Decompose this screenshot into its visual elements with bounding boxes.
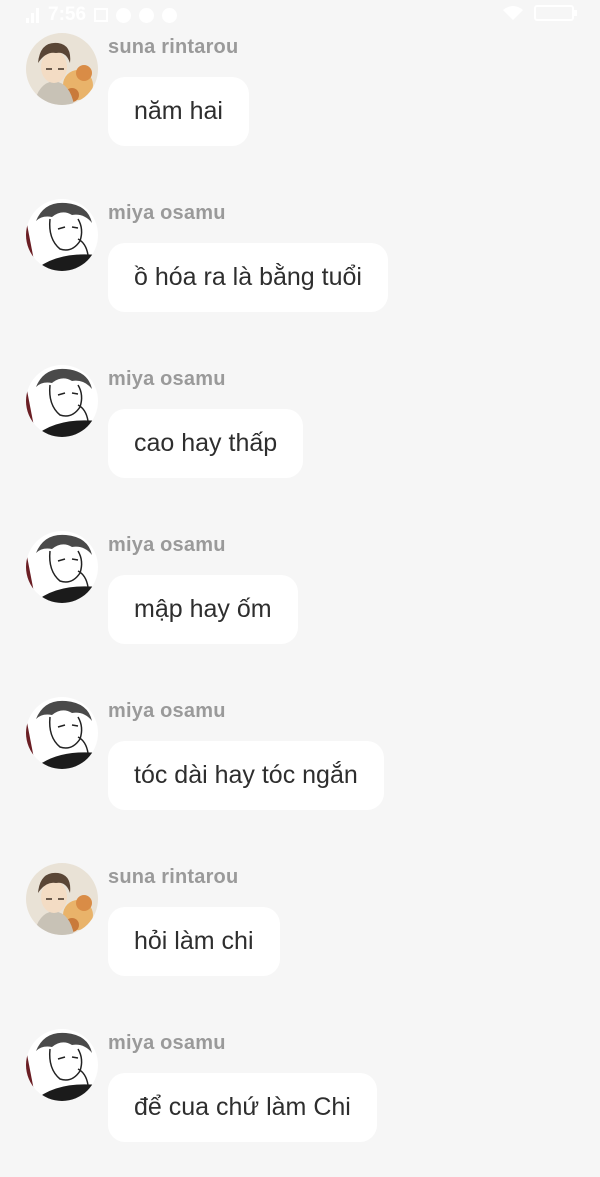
- message-bubble[interactable]: ồ hóa ra là bằng tuổi: [108, 243, 388, 312]
- avatar[interactable]: [26, 531, 98, 603]
- notification-icon: [94, 8, 109, 22]
- status-left: 7:56: [26, 4, 178, 26]
- message-item: miya osamu tóc dài hay tóc ngắn: [0, 697, 600, 827]
- avatar[interactable]: [26, 863, 98, 935]
- message-bubble[interactable]: mập hay ốm: [108, 575, 298, 644]
- sender-name: miya osamu: [108, 1032, 226, 1054]
- avatar[interactable]: [26, 697, 98, 769]
- messenger-notification-icon-2: [162, 7, 178, 23]
- avatar[interactable]: [26, 199, 98, 271]
- battery-icon: 97: [534, 5, 577, 21]
- message-item: suna rintarou hỏi làm chi: [0, 863, 600, 993]
- message-bubble[interactable]: năm hai: [108, 77, 249, 146]
- app-notification-icon: [116, 7, 132, 23]
- message-item: miya osamu ồ hóa ra là bằng tuổi: [0, 199, 600, 329]
- avatar[interactable]: [26, 33, 98, 105]
- message-item: suna rintarou năm hai: [0, 33, 600, 163]
- sender-name: suna rintarou: [108, 36, 239, 58]
- sender-name: suna rintarou: [108, 866, 239, 888]
- message-bubble[interactable]: cao hay thấp: [108, 409, 304, 478]
- status-bar: 7:56 97: [0, 0, 600, 30]
- signal-icon: [26, 7, 40, 23]
- avatar[interactable]: [26, 365, 98, 437]
- message-bubble[interactable]: hỏi làm chi: [108, 907, 280, 976]
- message-bubble[interactable]: tóc dài hay tóc ngắn: [108, 741, 384, 810]
- wifi-icon: [503, 6, 523, 20]
- sender-name: miya osamu: [108, 534, 226, 556]
- message-bubble[interactable]: để cua chứ làm Chi: [108, 1073, 377, 1142]
- message-item: miya osamu để cua chứ làm Chi: [0, 1029, 600, 1159]
- message-item: miya osamu cao hay thấp: [0, 365, 600, 495]
- sender-name: miya osamu: [108, 202, 226, 224]
- message-item: miya osamu mập hay ốm: [0, 531, 600, 661]
- avatar[interactable]: [26, 1029, 98, 1101]
- messenger-notification-icon: [139, 7, 155, 23]
- sender-name: miya osamu: [108, 700, 226, 722]
- status-time: 7:56: [48, 4, 87, 25]
- sender-name: miya osamu: [108, 368, 226, 390]
- status-right: 97: [502, 5, 577, 21]
